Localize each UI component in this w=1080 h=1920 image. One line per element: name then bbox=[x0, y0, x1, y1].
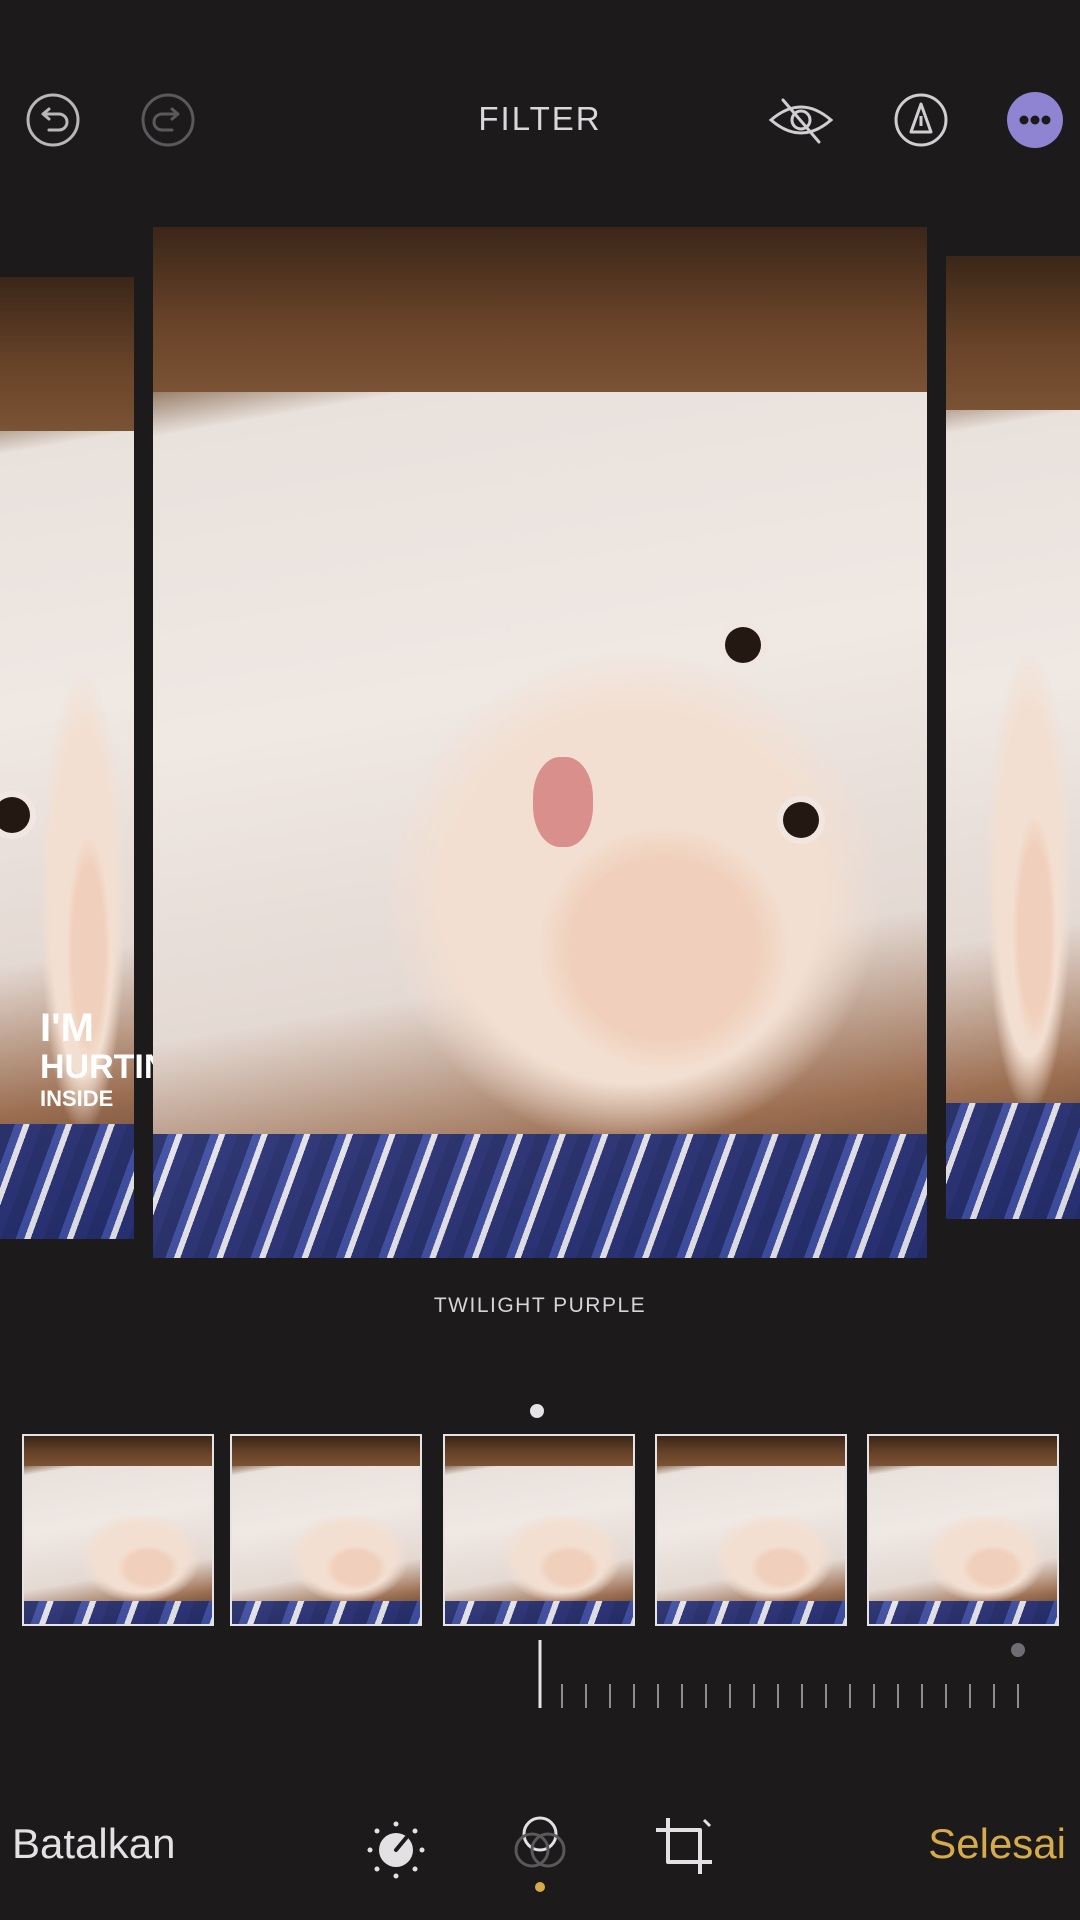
more-button[interactable] bbox=[1007, 92, 1063, 148]
filter-tool-button[interactable] bbox=[508, 1812, 572, 1892]
next-photo[interactable] bbox=[946, 256, 1080, 1219]
active-tool-dot bbox=[535, 1882, 545, 1892]
filter-thumbnail[interactable] bbox=[230, 1434, 422, 1626]
done-button[interactable]: Selesai bbox=[928, 1820, 1066, 1868]
selected-filter-indicator bbox=[530, 1404, 544, 1418]
filter-thumbnail[interactable] bbox=[22, 1434, 214, 1626]
filter-name-label: TWILIGHT PURPLE bbox=[433, 1294, 647, 1317]
adjust-tool-button[interactable] bbox=[364, 1818, 428, 1882]
filter-thumbnail-selected[interactable] bbox=[443, 1434, 635, 1626]
cancel-button[interactable]: Batalkan bbox=[12, 1820, 175, 1868]
adjust-icon bbox=[367, 1821, 425, 1879]
hide-icon bbox=[768, 98, 834, 144]
main-photo[interactable] bbox=[153, 227, 927, 1258]
filter-thumbnail[interactable] bbox=[655, 1434, 847, 1626]
more-icon bbox=[1019, 115, 1051, 125]
markup-icon bbox=[894, 93, 948, 147]
filter-thumbnail[interactable] bbox=[867, 1434, 1059, 1626]
markup-button[interactable] bbox=[893, 92, 949, 148]
hide-button[interactable] bbox=[767, 92, 835, 148]
intensity-slider[interactable] bbox=[536, 1638, 1036, 1710]
crop-icon bbox=[656, 1818, 712, 1874]
filter-icon bbox=[514, 1816, 566, 1868]
crop-tool-button[interactable] bbox=[652, 1814, 716, 1878]
